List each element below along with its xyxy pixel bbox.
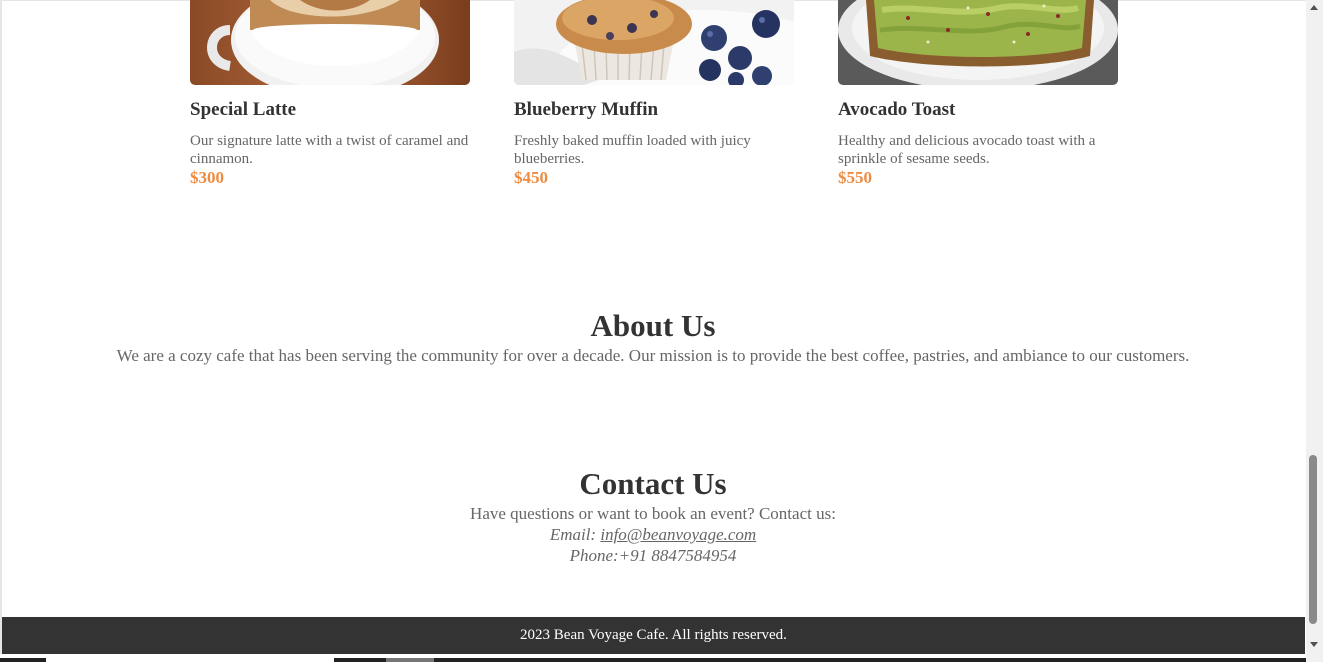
contact-phone-line: Phone:+91 8847584954: [0, 546, 1306, 566]
about-title: About Us: [590, 308, 716, 343]
menu-card-blueberry-muffin: Blueberry Muffin Freshly baked muffin lo…: [514, 0, 794, 187]
footer: 2023 Bean Voyage Cafe. All rights reserv…: [2, 617, 1305, 654]
footer-copyright: 2023 Bean Voyage Cafe. All rights reserv…: [520, 627, 787, 643]
email-label: Email:: [549, 525, 597, 544]
scrollbar-thumb[interactable]: [1309, 455, 1317, 624]
menu-item-price: $450: [514, 168, 548, 187]
menu-item-description: Healthy and delicious avocado toast with…: [838, 133, 1096, 167]
scroll-up-arrow-icon[interactable]: [1310, 5, 1318, 10]
contact-text: Have questions or want to book an event?…: [470, 504, 836, 523]
menu-item-description: Our signature latte with a twist of cara…: [190, 133, 469, 167]
menu-section: Special Latte Our signature latte with a…: [190, 0, 1120, 200]
phone-label: Phone:: [569, 546, 619, 565]
vertical-scrollbar[interactable]: [1306, 0, 1323, 662]
scroll-down-arrow-icon[interactable]: [1310, 642, 1318, 647]
taskbar-segment: [434, 658, 1306, 662]
menu-card-special-latte: Special Latte Our signature latte with a…: [190, 0, 470, 187]
taskbar-segment: [386, 658, 434, 662]
menu-item-description: Freshly baked muffin loaded with juicy b…: [514, 133, 751, 167]
email-link[interactable]: info@beanvoyage.com: [600, 525, 756, 544]
taskbar-segment: [334, 658, 386, 662]
taskbar-segment: [0, 658, 46, 662]
phone-number: +91 8847584954: [618, 546, 737, 565]
contact-title: Contact Us: [579, 466, 727, 501]
latte-image: [190, 0, 470, 85]
muffin-image: [514, 0, 794, 85]
menu-item-price: $550: [838, 168, 872, 187]
menu-item-title: Avocado Toast: [838, 99, 956, 120]
menu-item-price: $300: [190, 168, 224, 187]
menu-item-title: Blueberry Muffin: [514, 99, 659, 120]
avocado-toast-image: [838, 0, 1118, 85]
menu-card-avocado-toast: Avocado Toast Healthy and delicious avoc…: [838, 0, 1118, 187]
contact-email-line: Email: info@beanvoyage.com: [0, 525, 1306, 545]
about-text: We are a cozy cafe that has been serving…: [116, 346, 1190, 365]
menu-item-title: Special Latte: [190, 99, 297, 120]
